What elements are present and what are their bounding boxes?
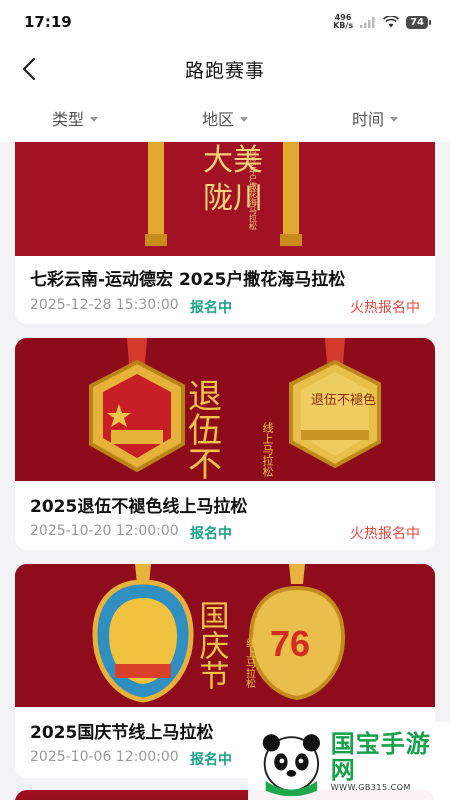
medal-text: 76 [270, 623, 310, 664]
filter-region-label: 地区 [201, 110, 234, 129]
banner-graphic: 大美 陇川 2025年户撒花海马拉松 [15, 142, 435, 256]
watermark-name: 国宝手游网 [330, 729, 431, 784]
dropdown-arrow-icon [390, 116, 398, 122]
event-card[interactable]: 大美 陇川 2025年户撒花海马拉松 七彩云南-运动德宏 2025户撒花海马拉松… [15, 142, 435, 324]
banner-graphic: 退伍不褪色 退伍不褪色 线上马拉松 [15, 338, 435, 481]
event-banner-image: 大美 陇川 2025年户撒花海马拉松 [15, 142, 435, 256]
status-badge: 报名中 [190, 752, 232, 768]
event-banner-image: 退伍不褪色 退伍不褪色 线上马拉松 [15, 338, 435, 481]
event-title: 2025国庆节线上马拉松 [30, 723, 214, 743]
panda-logo-icon [262, 734, 320, 796]
dropdown-arrow-icon [240, 116, 248, 122]
status-badge: 报名中 [190, 300, 232, 316]
banner-subtext: 线上马拉松 [261, 421, 274, 477]
network-speed: 496 KB/s [333, 14, 353, 30]
nav-bar: 路跑赛事 [0, 44, 450, 94]
filter-region[interactable]: 地区 [150, 106, 300, 130]
medal-text: 退伍不褪色 [311, 392, 376, 407]
watermark-url: WWW.GB315.COM [330, 782, 411, 792]
banner-graphic: 76 国庆节 线上马拉松 [15, 564, 435, 707]
event-title: 七彩云南-运动德宏 2025户撒花海马拉松 [30, 270, 346, 290]
network-speed-unit: KB/s [333, 21, 354, 30]
event-list[interactable]: 大美 陇川 2025年户撒花海马拉松 七彩云南-运动德宏 2025户撒花海马拉松… [0, 142, 450, 800]
signal-icon [360, 17, 375, 28]
banner-text: 国庆节 [195, 600, 230, 690]
filter-time[interactable]: 时间 [300, 106, 450, 130]
event-datetime: 2025-10-06 12:00:00 [30, 749, 179, 765]
event-title: 2025退伍不褪色线上马拉松 [30, 497, 248, 517]
banner-subtext: 2025年户撒花海马拉松 [249, 150, 258, 231]
page-title: 路跑赛事 [184, 59, 265, 82]
event-card[interactable]: 退伍不褪色 退伍不褪色 线上马拉松 2025退伍不褪色线上马拉松 2025-10… [15, 338, 435, 550]
status-badge: 报名中 [190, 526, 232, 542]
filter-bar: 类型 地区 时间 [0, 94, 450, 142]
dropdown-arrow-icon [90, 116, 98, 122]
hot-signup-label: 火热报名中 [350, 300, 420, 316]
status-bar: 17:19 496 KB/s 74 [0, 0, 450, 44]
back-button[interactable] [14, 54, 44, 84]
event-datetime: 2025-12-28 15:30:00 [30, 297, 179, 313]
hot-signup-label: 火热报名中 [350, 526, 420, 542]
site-watermark: 国宝手游网 WWW.GB315.COM [248, 722, 450, 800]
filter-type[interactable]: 类型 [0, 106, 150, 130]
filter-type-label: 类型 [51, 110, 84, 129]
filter-time-label: 时间 [351, 110, 384, 129]
event-datetime: 2025-10-20 12:00:00 [30, 523, 179, 539]
event-banner-image: 76 国庆节 线上马拉松 [15, 564, 435, 707]
wifi-icon [383, 16, 400, 28]
chevron-left-icon [22, 57, 36, 81]
battery-indicator: 74 [406, 15, 431, 29]
banner-text: 退伍不褪色 [183, 378, 222, 481]
banner-subtext: 线上马拉松 [244, 637, 256, 689]
status-time: 17:19 [24, 13, 72, 31]
status-icons: 496 KB/s 74 [333, 14, 431, 30]
